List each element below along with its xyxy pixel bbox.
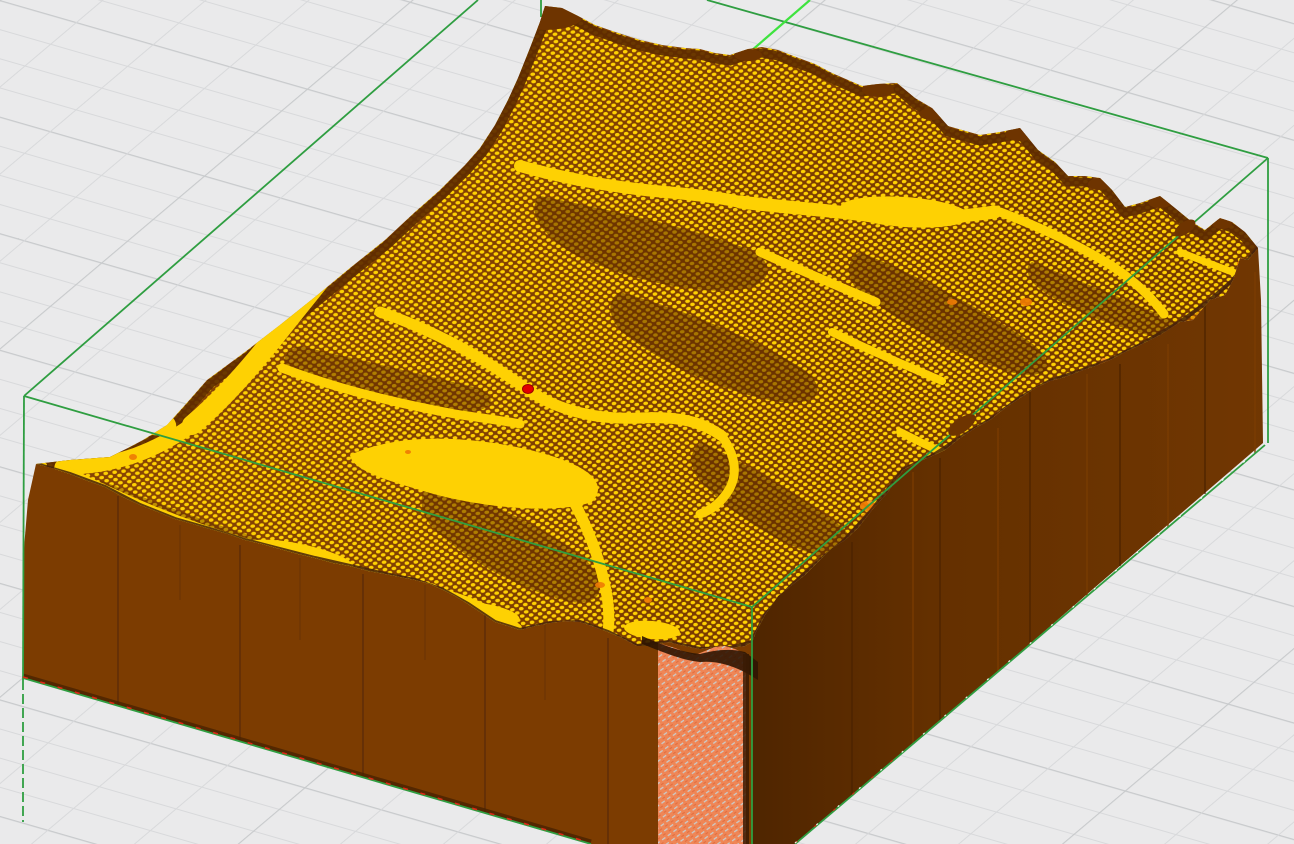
marker-dot[interactable] <box>523 385 534 394</box>
section-stripe[interactable] <box>642 636 758 844</box>
survey-marker[interactable] <box>523 385 534 394</box>
box-edge-vertical-left[interactable] <box>23 396 24 680</box>
viewport-3d[interactable] <box>0 0 1294 844</box>
